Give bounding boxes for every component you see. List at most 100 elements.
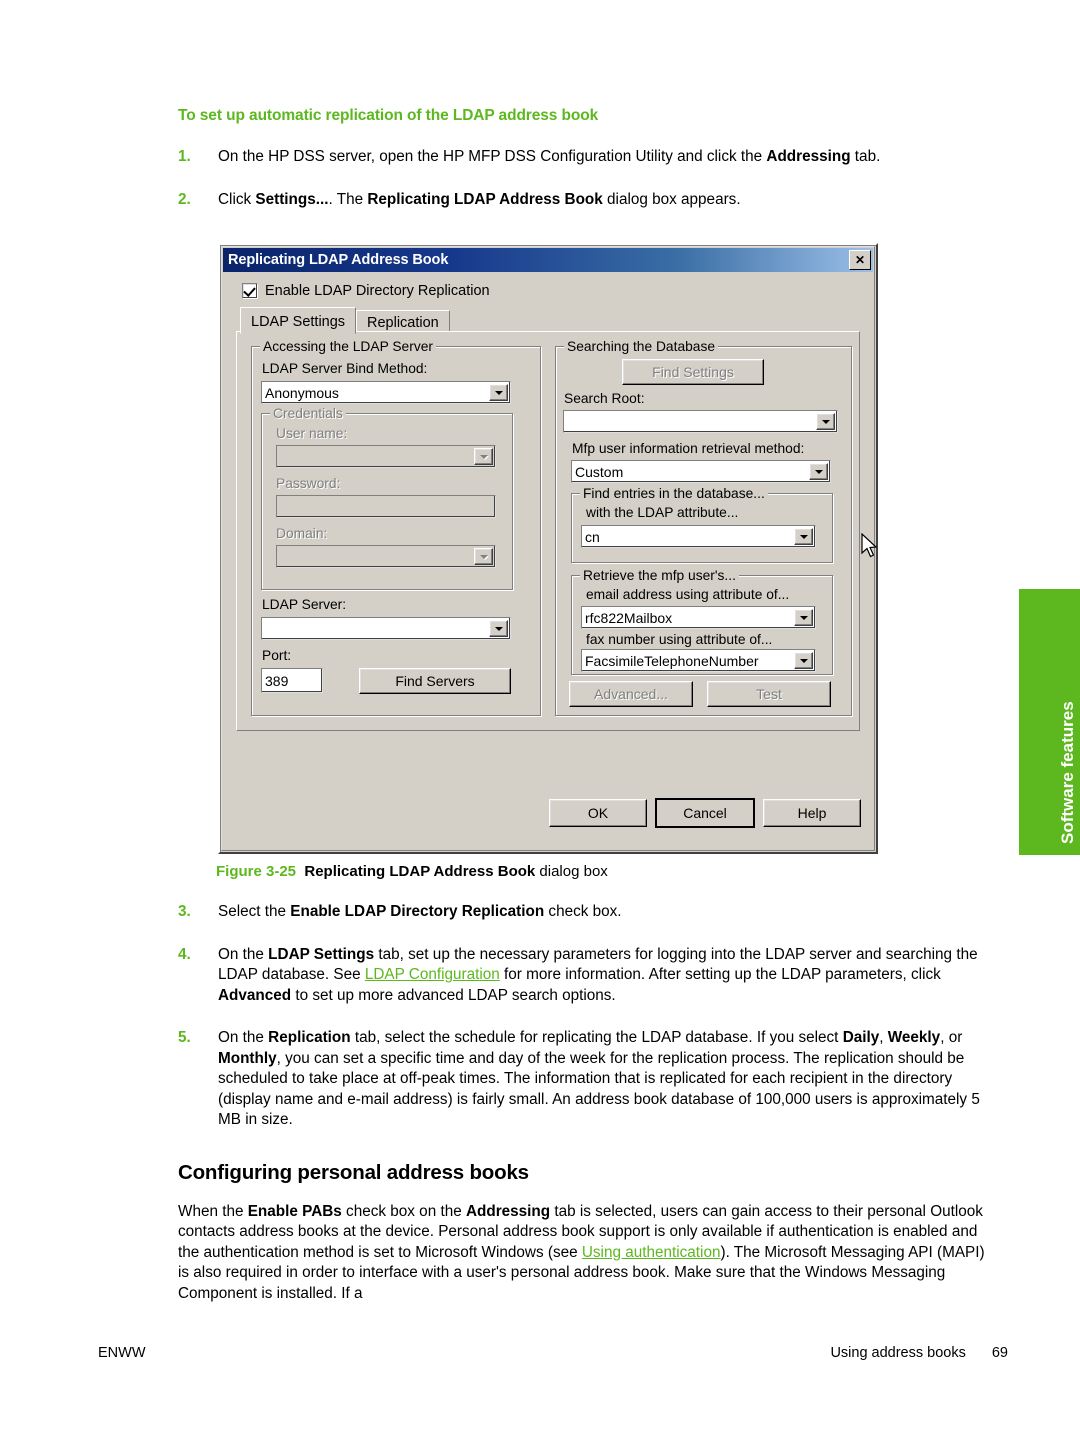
- chevron-down-icon[interactable]: [794, 609, 813, 626]
- bind-method-label: LDAP Server Bind Method:: [262, 361, 428, 376]
- mouse-cursor-icon: [861, 533, 878, 558]
- email-attribute-combo[interactable]: rfc822Mailbox: [581, 606, 816, 629]
- email-attribute-value: rfc822Mailbox: [585, 609, 673, 626]
- find-servers-button[interactable]: Find Servers: [359, 668, 511, 694]
- document-page: To set up automatic replication of the L…: [0, 0, 1080, 1437]
- document-body-lower: Figure 3-25 Replicating LDAP Address Boo…: [178, 853, 996, 1320]
- ldap-server-combo[interactable]: [261, 617, 511, 640]
- port-value: 389: [265, 672, 289, 689]
- chevron-down-icon[interactable]: [794, 528, 813, 545]
- step-4: 4. On the LDAP Settings tab, set up the …: [178, 945, 996, 1007]
- fax-attribute-combo[interactable]: FacsimileTelephoneNumber: [581, 649, 816, 672]
- tab-ldap-settings[interactable]: LDAP Settings: [240, 307, 357, 334]
- text-run: check box on the: [341, 1202, 466, 1220]
- step-2: 2. Click Settings.... The Replicating LD…: [178, 190, 996, 211]
- text-run: tab.: [850, 148, 881, 165]
- figure-number: Figure 3-25: [216, 863, 297, 880]
- text-run: . The: [328, 190, 368, 208]
- text-run: tab, select the schedule for replicating…: [350, 1029, 843, 1046]
- emphasis-text: Enable PABs: [247, 1202, 342, 1220]
- footer-left: ENWW: [98, 1345, 146, 1361]
- section-paragraph: When the Enable PABs check box on the Ad…: [178, 1202, 996, 1305]
- chevron-down-icon[interactable]: [489, 384, 508, 401]
- retrieval-method-combo[interactable]: Custom: [571, 460, 831, 483]
- text-run: Select the: [218, 903, 291, 920]
- ldap-attribute-value: cn: [585, 528, 600, 545]
- port-label: Port:: [262, 648, 292, 663]
- find-settings-button: Find Settings: [622, 359, 764, 385]
- text-run: check box.: [544, 903, 622, 920]
- cross-reference-link[interactable]: Using authentication: [582, 1244, 721, 1261]
- password-label: Password:: [276, 476, 341, 491]
- dialog-title: Replicating LDAP Address Book: [228, 252, 449, 268]
- enable-ldap-replication-label: Enable LDAP Directory Replication: [265, 283, 490, 299]
- emphasis-text: Daily: [842, 1029, 880, 1046]
- checkbox-icon[interactable]: [242, 283, 258, 299]
- step-3: 3. Select the Enable LDAP Directory Repl…: [178, 902, 996, 923]
- emphasis-text: Advanced: [218, 986, 292, 1004]
- cancel-button[interactable]: Cancel: [656, 799, 754, 827]
- username-label: User name:: [276, 426, 348, 441]
- cross-reference-link[interactable]: LDAP Configuration: [365, 966, 500, 983]
- emphasis-text: Weekly: [887, 1029, 941, 1046]
- step-number: 2.: [178, 190, 191, 208]
- step-text: On the LDAP Settings tab, set up the nec…: [218, 945, 996, 1007]
- test-button: Test: [707, 681, 831, 707]
- footer-section: Using address books: [830, 1345, 966, 1361]
- retrieval-method-label: Mfp user information retrieval method:: [572, 441, 805, 456]
- step-1: 1. On the HP DSS server, open the HP MFP…: [178, 147, 996, 168]
- step-number: 1.: [178, 148, 191, 165]
- side-tab-label: Software features: [1058, 701, 1077, 844]
- advanced-button: Advanced...: [569, 681, 693, 707]
- step-number: 5.: [178, 1029, 191, 1046]
- text-run: dialog box appears.: [602, 190, 741, 208]
- retrieve-mfp-user-group: Retrieve the mfp user's... email address…: [571, 568, 833, 675]
- text-run: On the: [218, 1029, 269, 1046]
- ok-button[interactable]: OK: [549, 799, 647, 827]
- ldap-attribute-combo[interactable]: cn: [581, 525, 816, 548]
- chevron-down-icon[interactable]: [809, 463, 828, 480]
- step-number: 4.: [178, 945, 191, 963]
- chevron-down-icon[interactable]: [489, 620, 508, 637]
- step-number: 3.: [178, 903, 191, 920]
- emphasis-text: Replicating LDAP Address Book: [367, 190, 603, 208]
- chevron-down-icon[interactable]: [794, 652, 813, 669]
- text-run: , you can set a specific time and day of…: [218, 1049, 980, 1129]
- group-legend: Credentials: [270, 406, 346, 421]
- dialog-tabstrip: LDAP Settings Replication: [240, 307, 860, 334]
- emphasis-text: Monthly: [218, 1049, 277, 1067]
- emphasis-text: Addressing: [766, 148, 851, 165]
- enable-ldap-replication-checkbox-row[interactable]: Enable LDAP Directory Replication: [242, 283, 490, 299]
- step-5: 5. On the Replication tab, select the sc…: [178, 1028, 996, 1131]
- tab-replication[interactable]: Replication: [356, 310, 450, 333]
- page-footer: ENWW Using address books 69: [98, 1345, 1008, 1361]
- close-icon[interactable]: ✕: [849, 250, 871, 270]
- figure-title: Replicating LDAP Address Book: [304, 863, 536, 880]
- username-combo: [276, 445, 496, 468]
- chevron-down-icon[interactable]: [816, 413, 835, 430]
- replicating-ldap-address-book-dialog: Replicating LDAP Address Book ✕ Enable L…: [218, 243, 878, 854]
- emphasis-text: Enable LDAP Directory Replication: [290, 903, 545, 920]
- text-run: to set up more advanced LDAP search opti…: [291, 986, 616, 1004]
- step-text: Click Settings.... The Replicating LDAP …: [218, 190, 996, 211]
- bind-method-combo[interactable]: Anonymous: [261, 381, 511, 404]
- figure-caption: Figure 3-25 Replicating LDAP Address Boo…: [216, 863, 996, 880]
- accessing-ldap-server-group: Accessing the LDAP Server LDAP Server Bi…: [251, 339, 541, 716]
- page-title: To set up automatic replication of the L…: [178, 107, 599, 124]
- bind-method-value: Anonymous: [265, 384, 339, 401]
- text-run: for more information. After setting up t…: [499, 966, 941, 983]
- step-text: On the HP DSS server, open the HP MFP DS…: [218, 147, 996, 168]
- search-root-combo[interactable]: [563, 410, 838, 433]
- text-run: ,: [879, 1029, 888, 1046]
- ldap-settings-tab-panel: Accessing the LDAP Server LDAP Server Bi…: [236, 331, 860, 731]
- port-input[interactable]: 389: [261, 668, 323, 693]
- help-button[interactable]: Help: [763, 799, 861, 827]
- step-text: Select the Enable LDAP Directory Replica…: [218, 902, 996, 923]
- credentials-group: Credentials User name: Password: Domain:: [261, 406, 513, 590]
- emphasis-text: Settings...: [255, 190, 329, 208]
- fax-attribute-label: fax number using attribute of...: [586, 632, 773, 647]
- search-root-label: Search Root:: [564, 391, 645, 406]
- text-run: When the: [178, 1202, 248, 1220]
- chevron-down-icon: [474, 548, 493, 565]
- retrieval-method-value: Custom: [575, 463, 624, 480]
